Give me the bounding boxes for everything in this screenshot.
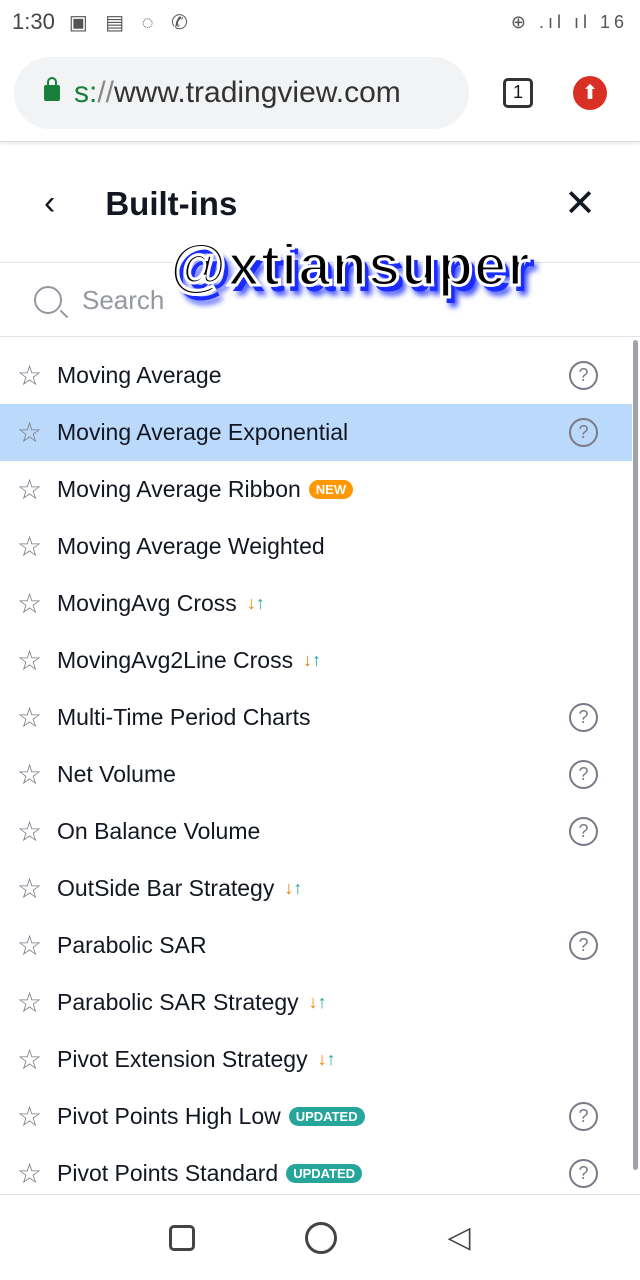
indicator-list: ☆ Moving Average? ☆ Moving Average Exponent…: [0, 347, 640, 1202]
item-name: Pivot Points High Low: [57, 1103, 281, 1129]
clock: 1:30: [12, 9, 55, 34]
list-item[interactable]: ☆ MovingAvg Cross ↓↑: [0, 575, 632, 632]
list-item[interactable]: ☆ Moving Average Exponential?: [0, 404, 632, 461]
address-bar[interactable]: s://www.tradingview.com: [14, 56, 469, 129]
list-item[interactable]: ☆ Net Volume?: [0, 746, 632, 803]
item-name: Net Volume: [57, 761, 176, 787]
search-icon: [34, 286, 62, 314]
star-icon[interactable]: ☆: [17, 1100, 57, 1133]
star-icon[interactable]: ☆: [17, 1157, 57, 1190]
scrollbar[interactable]: [633, 340, 638, 1170]
url-slashes: //: [97, 75, 115, 109]
watermark: @xtiansuper: [169, 232, 532, 300]
badge-new: NEW: [308, 480, 354, 499]
item-name: Pivot Points Standard: [57, 1160, 279, 1186]
list-item[interactable]: ☆ Pivot Extension Strategy ↓↑: [0, 1031, 632, 1088]
list-item[interactable]: ☆ Moving Average?: [0, 347, 632, 404]
tab-switcher-button[interactable]: 1: [503, 77, 533, 108]
strategy-arrows-icon: ↓↑: [308, 992, 327, 1012]
close-button[interactable]: ✕: [564, 181, 596, 226]
url-scheme: s:: [74, 75, 98, 109]
item-name: Parabolic SAR Strategy: [57, 989, 299, 1015]
item-name: On Balance Volume: [57, 818, 261, 844]
item-name: Moving Average Exponential: [57, 419, 349, 445]
notification-icons: ▣ ▤ ◌ ✆: [68, 11, 194, 34]
badge-updated: UPDATED: [286, 1164, 363, 1183]
item-name: Multi-Time Period Charts: [57, 704, 311, 730]
strategy-arrows-icon: ↓↑: [284, 878, 303, 898]
badge-updated: UPDATED: [288, 1107, 365, 1126]
star-icon[interactable]: ☆: [17, 644, 57, 677]
help-icon[interactable]: ?: [569, 817, 598, 846]
update-arrow-icon[interactable]: ⬆: [573, 75, 607, 110]
list-item[interactable]: ☆ On Balance Volume?: [0, 803, 632, 860]
item-name: Moving Average: [57, 362, 222, 388]
recents-button[interactable]: [169, 1224, 196, 1251]
star-icon[interactable]: ☆: [17, 701, 57, 734]
list-item[interactable]: ☆ Parabolic SAR Strategy ↓↑: [0, 974, 632, 1031]
item-name: Moving Average Ribbon: [57, 476, 301, 502]
item-name: OutSide Bar Strategy: [57, 875, 275, 901]
star-icon[interactable]: ☆: [17, 815, 57, 848]
strategy-arrows-icon: ↓↑: [303, 650, 322, 670]
help-icon[interactable]: ?: [569, 361, 598, 390]
strategy-arrows-icon: ↓↑: [317, 1049, 336, 1069]
star-icon[interactable]: ☆: [17, 758, 57, 791]
item-name: Parabolic SAR: [57, 932, 207, 958]
star-icon[interactable]: ☆: [17, 359, 57, 392]
help-icon[interactable]: ?: [569, 760, 598, 789]
help-icon[interactable]: ?: [569, 703, 598, 732]
item-name: Moving Average Weighted: [57, 533, 325, 559]
browser-toolbar: s://www.tradingview.com 1 ⬆: [0, 44, 640, 142]
help-icon[interactable]: ?: [569, 1159, 598, 1188]
list-item[interactable]: ☆ Moving Average Weighted: [0, 518, 632, 575]
item-name: MovingAvg2Line Cross: [57, 647, 294, 673]
page-title: Built-ins: [105, 184, 238, 222]
strategy-arrows-icon: ↓↑: [246, 593, 265, 613]
back-button[interactable]: ‹: [44, 184, 55, 223]
help-icon[interactable]: ?: [569, 418, 598, 447]
star-icon[interactable]: ☆: [17, 986, 57, 1019]
list-item[interactable]: ☆ OutSide Bar Strategy ↓↑: [0, 860, 632, 917]
item-name: MovingAvg Cross: [57, 590, 237, 616]
list-item[interactable]: ☆ Parabolic SAR?: [0, 917, 632, 974]
list-item[interactable]: ☆ Multi-Time Period Charts?: [0, 689, 632, 746]
list-item[interactable]: ☆ Pivot Points High Low UPDATED?: [0, 1088, 632, 1145]
home-button[interactable]: [305, 1221, 338, 1254]
list-item[interactable]: ☆ MovingAvg2Line Cross ↓↑: [0, 632, 632, 689]
star-icon[interactable]: ☆: [17, 872, 57, 905]
star-icon[interactable]: ☆: [17, 530, 57, 563]
help-icon[interactable]: ?: [569, 931, 598, 960]
item-name: Pivot Extension Strategy: [57, 1046, 308, 1072]
status-bar: 1:30 ▣ ▤ ◌ ✆ ⊕ .ıl ıl 16: [0, 0, 640, 44]
star-icon[interactable]: ☆: [17, 929, 57, 962]
help-icon[interactable]: ?: [569, 1102, 598, 1131]
star-icon[interactable]: ☆: [17, 416, 57, 449]
android-nav-bar: ◁: [0, 1194, 640, 1280]
back-nav-button[interactable]: ◁: [447, 1220, 470, 1255]
system-status-icons: ⊕ .ıl ıl 16: [510, 11, 628, 32]
lock-icon: [44, 76, 60, 101]
star-icon[interactable]: ☆: [17, 473, 57, 506]
list-item[interactable]: ☆ Moving Average Ribbon NEW: [0, 461, 632, 518]
star-icon[interactable]: ☆: [17, 587, 57, 620]
url-host: www.tradingview.com: [114, 75, 401, 109]
star-icon[interactable]: ☆: [17, 1043, 57, 1076]
